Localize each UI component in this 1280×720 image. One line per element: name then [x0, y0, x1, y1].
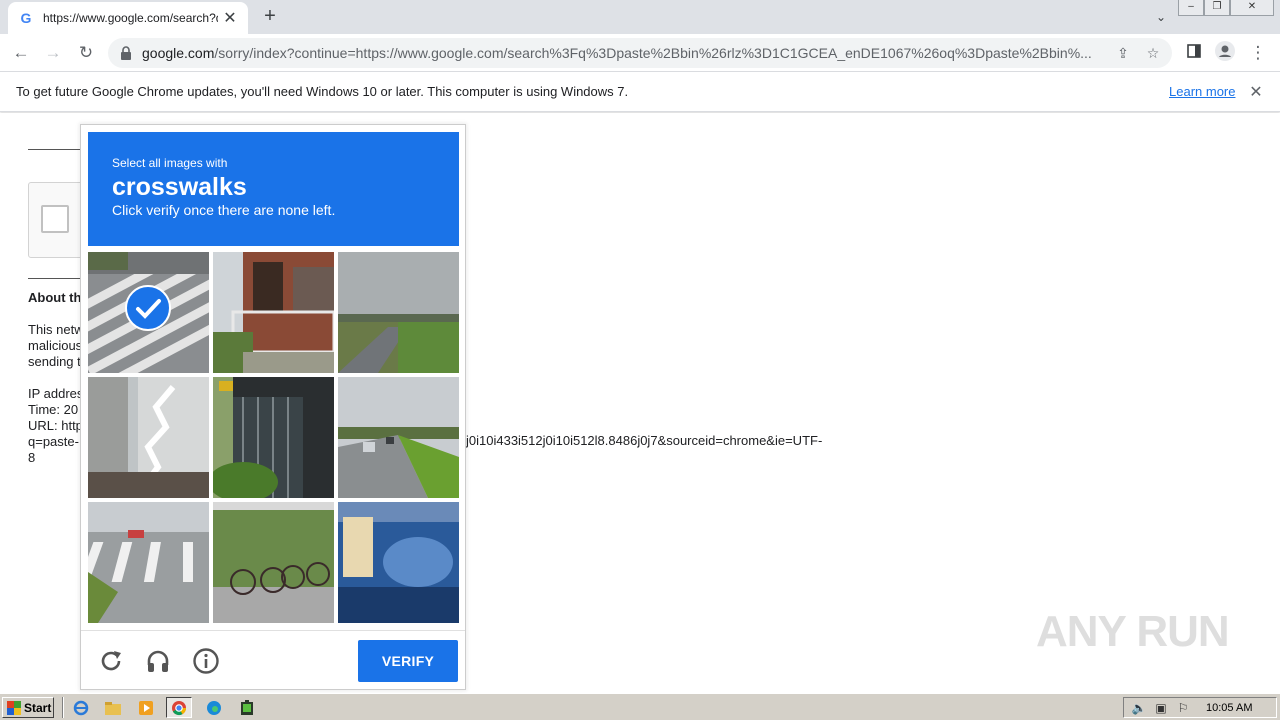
image-grid [88, 252, 459, 623]
infobar-close-icon[interactable]: ✕ [1247, 82, 1265, 102]
new-tab-icon[interactable]: + [259, 5, 281, 27]
forward-arrow-icon[interactable]: → [41, 41, 65, 65]
profile-avatar-icon[interactable] [1213, 41, 1237, 65]
bookmark-star-icon[interactable]: ☆ [1142, 42, 1164, 64]
about-spacer [28, 370, 80, 386]
image-tile-highway-bridge[interactable] [338, 252, 459, 373]
image-tile-crosswalk-top-view[interactable] [88, 252, 209, 373]
share-icon[interactable]: ⇪ [1112, 42, 1134, 64]
chrome-icon[interactable] [166, 697, 192, 718]
recaptcha-checkbox[interactable] [41, 205, 69, 233]
action-center-flag-icon[interactable]: ⚐ [1174, 701, 1192, 715]
about-line: q=paste- [28, 434, 79, 449]
reload-icon[interactable]: ↻ [74, 41, 98, 65]
tab-strip: G https://www.google.com/search?q= ✕ + ⌄… [0, 0, 1280, 34]
image-tile-highway-cars[interactable] [338, 377, 459, 498]
image-tile-bicycles[interactable] [213, 502, 334, 623]
media-player-icon[interactable] [133, 697, 159, 718]
restore-icon[interactable]: ❐ [1204, 0, 1230, 16]
infobar-message: To get future Google Chrome updates, you… [16, 84, 629, 99]
ie-icon[interactable] [68, 697, 94, 718]
challenge-prompt: Select all images with [112, 156, 228, 170]
side-panel-icon[interactable] [1182, 41, 1206, 65]
about-line: This netw [28, 322, 80, 337]
chevron-down-icon[interactable]: ⌄ [1150, 6, 1172, 28]
kebab-menu-icon[interactable]: ⋮ [1246, 41, 1270, 65]
image-tile-building-stairs[interactable] [88, 377, 209, 498]
about-line: sending t [28, 354, 80, 369]
audio-challenge-icon[interactable] [144, 647, 172, 675]
system-tray: 🔈 ▣ ⚐ 10:05 AM [1123, 697, 1277, 718]
divider [28, 149, 80, 150]
folder-icon[interactable] [100, 697, 126, 718]
network-icon[interactable]: ▣ [1152, 701, 1170, 715]
image-tile-street-crosswalk[interactable] [88, 502, 209, 623]
clock[interactable]: 10:05 AM [1206, 702, 1252, 714]
url-host: google.com [142, 45, 215, 61]
about-line: malicious [28, 338, 80, 353]
address-bar[interactable]: google.com /sorry/index?continue=https:/… [108, 38, 1172, 68]
challenge-header: Select all images with crosswalks Click … [88, 132, 459, 246]
window-close-icon[interactable]: ✕ [1230, 0, 1274, 16]
browser-tab[interactable]: G https://www.google.com/search?q= ✕ [8, 2, 248, 34]
image-tile-gate-plants[interactable] [213, 377, 334, 498]
about-text: This netw malicious sending t IP addres … [28, 322, 80, 466]
taskbar: Start 🔈 ▣ ⚐ 10:05 AM [0, 693, 1280, 720]
about-line: 8 [28, 450, 36, 465]
about-line: IP addres [28, 386, 80, 401]
about-line: Time: 20 [28, 402, 79, 417]
about-heading: About th [28, 290, 80, 305]
url-tail-text: j0i10i433i512j0i10i512l8.8486j0j7&source… [466, 433, 823, 448]
about-line: URL: http [28, 418, 80, 433]
lock-icon[interactable] [120, 46, 134, 60]
recaptcha-challenge: Select all images with crosswalks Click … [80, 124, 466, 690]
image-tile-truck[interactable] [338, 502, 459, 623]
challenge-instruction: Click verify once there are none left. [112, 202, 336, 218]
recaptcha-widget [28, 182, 88, 258]
google-favicon-icon: G [20, 10, 32, 26]
learn-more-link[interactable]: Learn more [1169, 84, 1235, 99]
volume-icon[interactable]: 🔈 [1130, 701, 1148, 715]
tab-close-icon[interactable]: ✕ [222, 8, 238, 28]
reload-challenge-icon[interactable] [97, 647, 125, 675]
taskbar-separator [62, 697, 64, 718]
windows-flag-icon [7, 700, 21, 715]
browser-toolbar: ← → ↻ google.com /sorry/index?continue=h… [0, 34, 1280, 72]
url-path: /sorry/index?continue=https://www.google… [214, 45, 1092, 61]
anyrun-watermark: ANY RUN [1036, 607, 1230, 656]
start-button[interactable]: Start [2, 697, 54, 718]
update-infobar: To get future Google Chrome updates, you… [0, 72, 1280, 112]
footer-divider [81, 630, 465, 631]
tab-title: https://www.google.com/search?q= [43, 11, 218, 25]
start-label: Start [24, 700, 52, 715]
selected-checkmark-icon [125, 285, 171, 331]
divider [28, 278, 80, 279]
info-icon[interactable] [192, 647, 220, 675]
minimize-icon[interactable]: – [1178, 0, 1204, 16]
verify-button[interactable]: VERIFY [358, 640, 458, 682]
challenge-object: crosswalks [112, 173, 247, 201]
edge-icon[interactable] [201, 697, 227, 718]
window-controls: – ❐ ✕ [1178, 0, 1274, 16]
app-window-icon[interactable] [234, 697, 260, 718]
image-tile-building-balcony[interactable] [213, 252, 334, 373]
back-arrow-icon[interactable]: ← [9, 41, 33, 65]
